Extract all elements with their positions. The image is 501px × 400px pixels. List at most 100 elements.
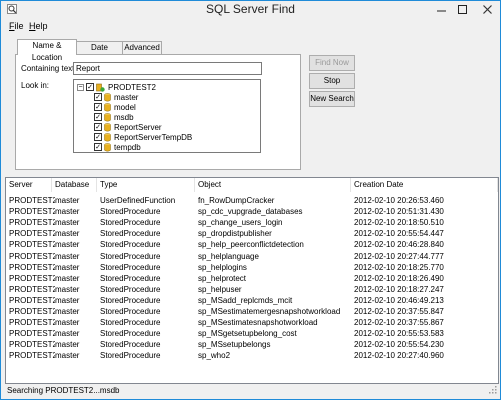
- db-label: ReportServerTempDB: [114, 132, 193, 142]
- results-list[interactable]: Server Database Type Object Creation Dat…: [5, 177, 499, 384]
- table-row[interactable]: PRODTEST2 master StoredProcedure sp_cdc_vup…: [6, 206, 498, 217]
- close-button[interactable]: [474, 1, 500, 18]
- cell-database: master: [55, 340, 80, 350]
- cell-object: sp_who2: [198, 351, 231, 361]
- database-icon: [104, 112, 111, 121]
- stop-button[interactable]: Stop: [309, 73, 355, 89]
- tab-advanced[interactable]: Advanced: [122, 41, 162, 54]
- maximize-button[interactable]: [452, 1, 472, 18]
- cell-server: PRODTEST2: [9, 207, 55, 217]
- cell-type: StoredProcedure: [100, 307, 161, 316]
- database-tree[interactable]: − ✓ PRODTEST2 ✓ master ✓ model ✓ msdb ✓: [73, 79, 261, 153]
- cell-creation-date: 2012-02-10 20:55:53.583: [354, 329, 444, 339]
- tree-db-node-master[interactable]: ✓ master: [94, 92, 138, 102]
- cell-database: master: [55, 318, 80, 328]
- table-row[interactable]: PRODTEST2 master StoredProcedure sp_help_pe…: [6, 239, 498, 250]
- database-icon: [104, 132, 111, 141]
- cell-database: master: [55, 218, 80, 228]
- cell-object: sp_help_peerconflictdetection: [198, 240, 304, 250]
- db-checkbox[interactable]: ✓: [94, 123, 102, 131]
- cell-object: sp_change_users_login: [198, 218, 283, 228]
- column-header-server[interactable]: Server: [6, 178, 52, 192]
- column-header-object[interactable]: Object: [195, 178, 351, 192]
- new-search-button[interactable]: New Search: [309, 91, 355, 107]
- tree-db-node-reportservertempdb[interactable]: ✓ ReportServerTempDB: [94, 132, 192, 142]
- table-row[interactable]: PRODTEST2 master StoredProcedure sp_who2 201…: [6, 350, 498, 361]
- table-row[interactable]: PRODTEST2 master StoredProcedure sp_helprot…: [6, 273, 498, 284]
- db-checkbox[interactable]: ✓: [94, 103, 102, 111]
- table-row[interactable]: PRODTEST2 master StoredProcedure sp_MSgetse…: [6, 328, 498, 339]
- find-now-button[interactable]: Find Now: [309, 55, 355, 71]
- cell-creation-date: 2012-02-10 20:27:44.777: [354, 251, 444, 261]
- cell-creation-date: 2012-02-10 20:26:53.460: [354, 196, 444, 205]
- cell-object: fn_RowDumpCracker: [198, 196, 275, 205]
- cell-creation-date: 2012-02-10 20:37:55.867: [354, 318, 444, 328]
- tab-date-modified[interactable]: Date Modified: [75, 41, 124, 64]
- collapse-icon[interactable]: −: [77, 83, 84, 91]
- cell-server: PRODTEST2: [9, 262, 55, 272]
- tree-db-node-model[interactable]: ✓ model: [94, 102, 136, 112]
- db-label: msdb: [114, 112, 134, 122]
- table-row[interactable]: PRODTEST2 master StoredProcedure sp_helplan…: [6, 251, 498, 262]
- cell-type: StoredProcedure: [100, 295, 161, 305]
- cell-creation-date: 2012-02-10 20:18:25.770: [354, 262, 444, 272]
- database-icon: [104, 122, 111, 131]
- table-row[interactable]: PRODTEST2 master StoredProcedure sp_MSsetup…: [6, 339, 498, 350]
- cell-database: master: [55, 307, 80, 316]
- resize-grip-icon[interactable]: [488, 385, 497, 394]
- column-header-type[interactable]: Type: [97, 178, 195, 192]
- tree-db-node-msdb[interactable]: ✓ msdb: [94, 112, 134, 122]
- cell-type: StoredProcedure: [100, 229, 161, 239]
- tree-server-node[interactable]: − ✓ PRODTEST2: [77, 82, 156, 92]
- minimize-icon: [436, 10, 446, 12]
- cell-creation-date: 2012-02-10 20:18:27.247: [354, 284, 444, 294]
- table-row[interactable]: PRODTEST2 master StoredProcedure sp_helpuse…: [6, 284, 498, 295]
- status-text: Searching PRODTEST2...msdb: [7, 386, 120, 395]
- table-row[interactable]: PRODTEST2 master StoredProcedure sp_MSestim…: [6, 306, 498, 317]
- table-row[interactable]: PRODTEST2 master StoredProcedure sp_MSestim…: [6, 317, 498, 328]
- table-row[interactable]: PRODTEST2 master UserDefinedFunction fn_Row…: [6, 195, 498, 206]
- table-row[interactable]: PRODTEST2 master StoredProcedure sp_MSadd_r…: [6, 295, 498, 306]
- database-icon: [104, 92, 111, 101]
- db-checkbox[interactable]: ✓: [94, 133, 102, 141]
- table-row[interactable]: PRODTEST2 master StoredProcedure sp_change_…: [6, 217, 498, 228]
- cell-type: StoredProcedure: [100, 318, 161, 328]
- cell-creation-date: 2012-02-10 20:55:54.230: [354, 340, 444, 350]
- cell-type: StoredProcedure: [100, 340, 161, 350]
- cell-object: sp_helplogins: [198, 262, 247, 272]
- cell-type: StoredProcedure: [100, 218, 161, 228]
- cell-server: PRODTEST2: [9, 240, 55, 250]
- db-checkbox[interactable]: ✓: [94, 113, 102, 121]
- cell-database: master: [55, 329, 80, 339]
- db-checkbox[interactable]: ✓: [94, 93, 102, 101]
- cell-object: sp_MSestimatesnapshotworkload: [198, 318, 318, 328]
- cell-database: master: [55, 240, 80, 250]
- cell-server: PRODTEST2: [9, 351, 55, 361]
- cell-server: PRODTEST2: [9, 273, 55, 283]
- close-icon: [482, 5, 492, 14]
- tree-db-node-tempdb[interactable]: ✓ tempdb: [94, 142, 141, 152]
- menu-file[interactable]: File: [9, 20, 24, 32]
- containing-text-input[interactable]: Report: [73, 62, 262, 75]
- title-bar: SQL Server Find: [1, 1, 500, 18]
- cell-server: PRODTEST2: [9, 340, 55, 350]
- column-header-creation-date[interactable]: Creation Date: [351, 178, 498, 192]
- minimize-button[interactable]: [431, 1, 451, 18]
- cell-object: sp_dropdistpublisher: [198, 229, 272, 239]
- tab-name-location[interactable]: Name & Location: [17, 39, 77, 62]
- column-header-database[interactable]: Database: [52, 178, 97, 192]
- server-checkbox[interactable]: ✓: [86, 83, 94, 91]
- cell-creation-date: 2012-02-10 20:46:49.213: [354, 295, 444, 305]
- status-bar: Searching PRODTEST2...msdb: [1, 383, 500, 398]
- cell-database: master: [55, 251, 80, 261]
- cell-object: sp_helprotect: [198, 273, 247, 283]
- table-row[interactable]: PRODTEST2 master StoredProcedure sp_dropdis…: [6, 228, 498, 239]
- database-icon: [104, 142, 111, 151]
- table-row[interactable]: PRODTEST2 master StoredProcedure sp_helplog…: [6, 262, 498, 273]
- cell-server: PRODTEST2: [9, 229, 55, 239]
- tree-db-node-reportserver[interactable]: ✓ ReportServer: [94, 122, 162, 132]
- cell-type: StoredProcedure: [100, 273, 161, 283]
- menu-help[interactable]: Help: [29, 20, 48, 32]
- db-checkbox[interactable]: ✓: [94, 143, 102, 151]
- containing-text-label: Containing text:: [21, 64, 77, 73]
